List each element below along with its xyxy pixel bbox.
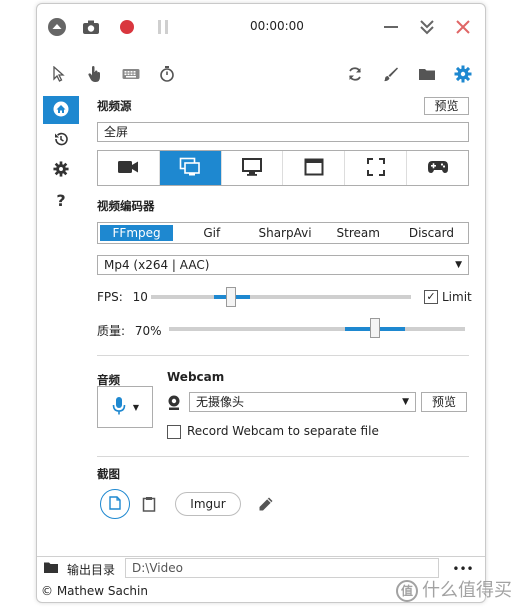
- encoder-stream[interactable]: Stream: [322, 223, 395, 243]
- limit-checkbox[interactable]: ✓: [424, 290, 438, 304]
- nav-home[interactable]: [43, 96, 79, 124]
- limit-label: Limit: [442, 290, 472, 304]
- brush-icon[interactable]: [381, 64, 401, 84]
- separate-file-label: Record Webcam to separate file: [187, 424, 379, 438]
- pencil-icon: [258, 497, 274, 515]
- source-webcam[interactable]: [98, 151, 160, 185]
- source-screen[interactable]: [159, 151, 222, 185]
- encoder-discard[interactable]: Discard: [395, 223, 468, 243]
- encoder-gif[interactable]: Gif: [175, 223, 248, 243]
- record-button[interactable]: [117, 17, 137, 37]
- main-window: 00:00:00 ? 视频源 预览 全屏 视频编码器 FFmpeg Gif Sh…: [36, 3, 486, 603]
- timer-icon[interactable]: [157, 64, 177, 84]
- hand-click-icon[interactable]: [85, 64, 105, 84]
- encoder-sharpavi[interactable]: SharpAvi: [248, 223, 321, 243]
- imgur-button[interactable]: Imgur: [175, 492, 241, 516]
- source-game[interactable]: [407, 151, 468, 185]
- collapse-down-icon[interactable]: [417, 17, 437, 37]
- fps-value: 10: [132, 290, 148, 304]
- region-select-icon: [366, 157, 386, 180]
- video-preview-button[interactable]: 预览: [424, 97, 469, 115]
- monitor-icon: [241, 157, 263, 180]
- format-select-value: Mp4 (x264 | AAC): [104, 258, 210, 272]
- separate-file-checkbox[interactable]: [167, 425, 181, 439]
- home-icon: [53, 101, 69, 120]
- quality-value: 70%: [134, 324, 162, 338]
- fps-slider-track[interactable]: [151, 295, 411, 299]
- source-monitor[interactable]: [222, 151, 284, 185]
- source-window[interactable]: [283, 151, 346, 185]
- minimize-button[interactable]: [381, 17, 401, 37]
- video-camera-icon: [117, 159, 139, 178]
- nav-help[interactable]: ?: [43, 186, 79, 214]
- nav-settings[interactable]: [43, 156, 79, 184]
- quality-slider-track[interactable]: [169, 327, 465, 331]
- watermark-text: 什么值得买: [422, 580, 512, 601]
- fps-slider-thumb[interactable]: [226, 287, 236, 307]
- webcam-preview-button[interactable]: 预览: [421, 392, 467, 412]
- edit-button[interactable]: [258, 496, 274, 515]
- screenshot-label: 截图: [97, 467, 120, 481]
- fps-label-text: FPS:: [97, 290, 123, 304]
- chevron-down-icon: ▼: [402, 397, 409, 407]
- chevron-down-icon: ▼: [455, 260, 462, 270]
- webcam-icon: [167, 395, 181, 414]
- webcam-label: Webcam: [167, 370, 225, 384]
- webcam-select[interactable]: 无摄像头 ▼: [189, 392, 416, 412]
- gamepad-icon: [427, 160, 449, 177]
- gear-icon: [53, 160, 69, 180]
- window-icon: [304, 158, 324, 179]
- quality-label-text: 质量:: [97, 324, 126, 338]
- fps-label: FPS: 10: [97, 290, 148, 304]
- camera-icon[interactable]: [81, 17, 101, 37]
- video-source-field[interactable]: 全屏: [97, 122, 469, 142]
- nav-history[interactable]: [43, 126, 79, 154]
- source-region[interactable]: [345, 151, 408, 185]
- file-icon: [109, 495, 121, 513]
- collapse-up-icon[interactable]: [47, 17, 67, 37]
- help-icon: ?: [56, 190, 66, 210]
- webcam-select-value: 无摄像头: [196, 395, 245, 409]
- title-bar: 00:00:00: [37, 4, 485, 50]
- cursor-icon[interactable]: [49, 64, 69, 84]
- folder-icon[interactable]: [43, 561, 59, 577]
- chevron-down-icon: ▼: [132, 402, 140, 412]
- close-button[interactable]: [453, 17, 473, 37]
- encoder-selector: FFmpeg Gif SharpAvi Stream Discard: [97, 222, 469, 244]
- divider: [97, 456, 469, 457]
- encoder-label: 视频编码器: [97, 199, 155, 213]
- quality-label: 质量: 70%: [97, 322, 162, 339]
- watermark-badge: 值: [396, 580, 418, 602]
- save-to-file-button[interactable]: [100, 489, 130, 519]
- clipboard-button[interactable]: [142, 496, 156, 515]
- quality-slider-thumb[interactable]: [370, 318, 380, 338]
- screens-icon: [179, 157, 201, 180]
- pause-button[interactable]: [153, 17, 173, 37]
- audio-source-button[interactable]: ▼: [97, 386, 153, 428]
- history-icon: [53, 131, 69, 150]
- gear-icon[interactable]: [453, 64, 473, 84]
- timer-display: 00:00:00: [250, 19, 304, 33]
- video-source-selector: [97, 150, 469, 186]
- watermark: 值什么值得买: [396, 576, 512, 602]
- format-select[interactable]: Mp4 (x264 | AAC) ▼: [97, 255, 469, 275]
- encoder-ffmpeg[interactable]: FFmpeg: [100, 225, 174, 241]
- toolbar: [37, 60, 485, 88]
- output-path-field[interactable]: D:\Video: [125, 558, 439, 578]
- clipboard-icon: [142, 497, 156, 515]
- output-folder-label: 输出目录: [67, 563, 116, 577]
- video-source-label: 视频源: [97, 99, 132, 113]
- folder-icon[interactable]: [417, 64, 437, 84]
- keyboard-icon[interactable]: [121, 64, 141, 84]
- refresh-icon[interactable]: [345, 64, 365, 84]
- side-nav: ?: [43, 96, 79, 216]
- divider: [97, 355, 469, 356]
- microphone-icon: [111, 396, 127, 419]
- copyright-text: © Mathew Sachin: [41, 584, 148, 598]
